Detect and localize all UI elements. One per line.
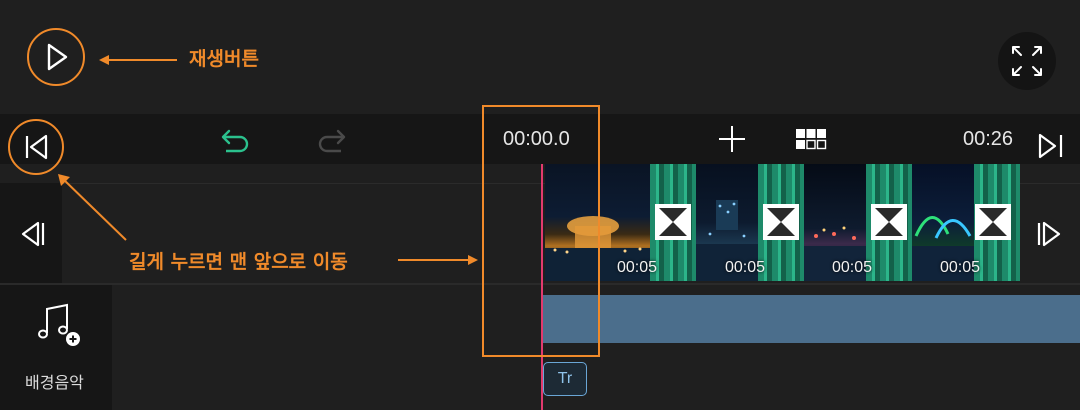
grid-icon	[796, 129, 827, 150]
add-icon	[719, 126, 745, 152]
next-frame-button[interactable]	[1030, 212, 1070, 256]
add-music-label: 배경음악	[25, 373, 84, 392]
play-button[interactable]	[27, 28, 85, 86]
skip-to-end-button[interactable]	[1031, 124, 1071, 168]
prev-frame-icon	[21, 221, 45, 247]
annotation-arrow	[99, 55, 177, 65]
long-press-annotation: 길게 누르면 맨 앞으로 이동	[129, 251, 348, 273]
undo-icon	[221, 129, 249, 153]
grid-view-button[interactable]	[792, 124, 830, 154]
transition-icon[interactable]	[763, 204, 799, 240]
skip-to-end-icon	[1038, 133, 1063, 159]
next-frame-icon	[1037, 221, 1061, 247]
audio-track[interactable]	[543, 295, 1080, 343]
skip-to-start-icon	[25, 134, 48, 160]
transition-icon[interactable]	[655, 204, 691, 240]
fullscreen-button[interactable]	[998, 32, 1056, 90]
video-clip-strip[interactable]: 00:05 00:05 00:05 00:05	[545, 164, 1020, 281]
transition-icon[interactable]	[871, 204, 907, 240]
annotation-arrow	[58, 174, 127, 241]
play-button-annotation: 재생버튼	[189, 48, 259, 70]
annotation-highlight-box	[482, 105, 600, 357]
clip-duration: 00:05	[831, 259, 873, 276]
text-clip-chip[interactable]: Tr	[543, 362, 587, 396]
add-button[interactable]	[713, 122, 751, 156]
clip-duration: 00:05	[616, 259, 658, 276]
clip-duration: 00:05	[724, 259, 766, 276]
add-music-button[interactable]	[30, 300, 86, 352]
skip-to-start-button[interactable]	[8, 119, 64, 175]
music-add-icon	[38, 303, 80, 346]
redo-button[interactable]	[313, 122, 353, 156]
annotation-arrow	[398, 255, 478, 265]
fullscreen-icon	[1012, 46, 1042, 76]
transition-icon[interactable]	[975, 204, 1011, 240]
undo-button[interactable]	[214, 122, 254, 156]
total-time: 00:26	[963, 128, 1014, 150]
clip-duration: 00:05	[939, 259, 981, 276]
redo-icon	[318, 129, 346, 153]
prev-frame-button[interactable]	[12, 212, 52, 256]
play-icon	[47, 43, 68, 71]
